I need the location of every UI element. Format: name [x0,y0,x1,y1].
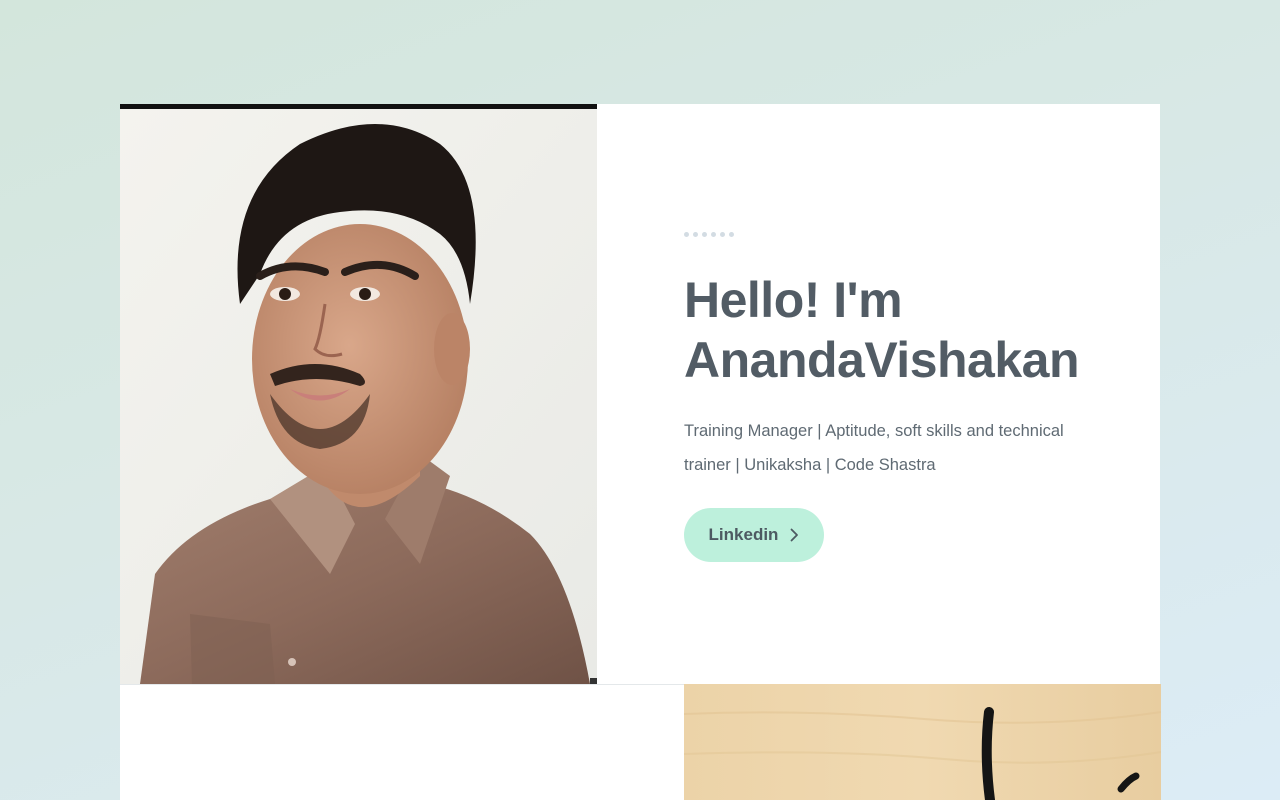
headline-greeting: Hello! I'm [684,272,903,328]
intro-section: Hello! I'm AnandaVishakan Training Manag… [597,104,1160,684]
hero-card: Hello! I'm AnandaVishakan Training Manag… [120,104,1160,684]
headline-name: AnandaVishakan [684,332,1080,388]
page-title: Hello! I'm AnandaVishakan [684,270,1104,390]
bio-text: Training Manager | Aptitude, soft skills… [684,422,1064,474]
next-section-image [684,684,1161,800]
decorative-dots [684,232,734,237]
linkedin-button-label: Linkedin [708,525,779,544]
portrait-photo [120,104,597,684]
chevron-right-icon [790,528,799,542]
next-section-card [120,684,684,800]
linkedin-button[interactable]: Linkedin [684,508,824,562]
